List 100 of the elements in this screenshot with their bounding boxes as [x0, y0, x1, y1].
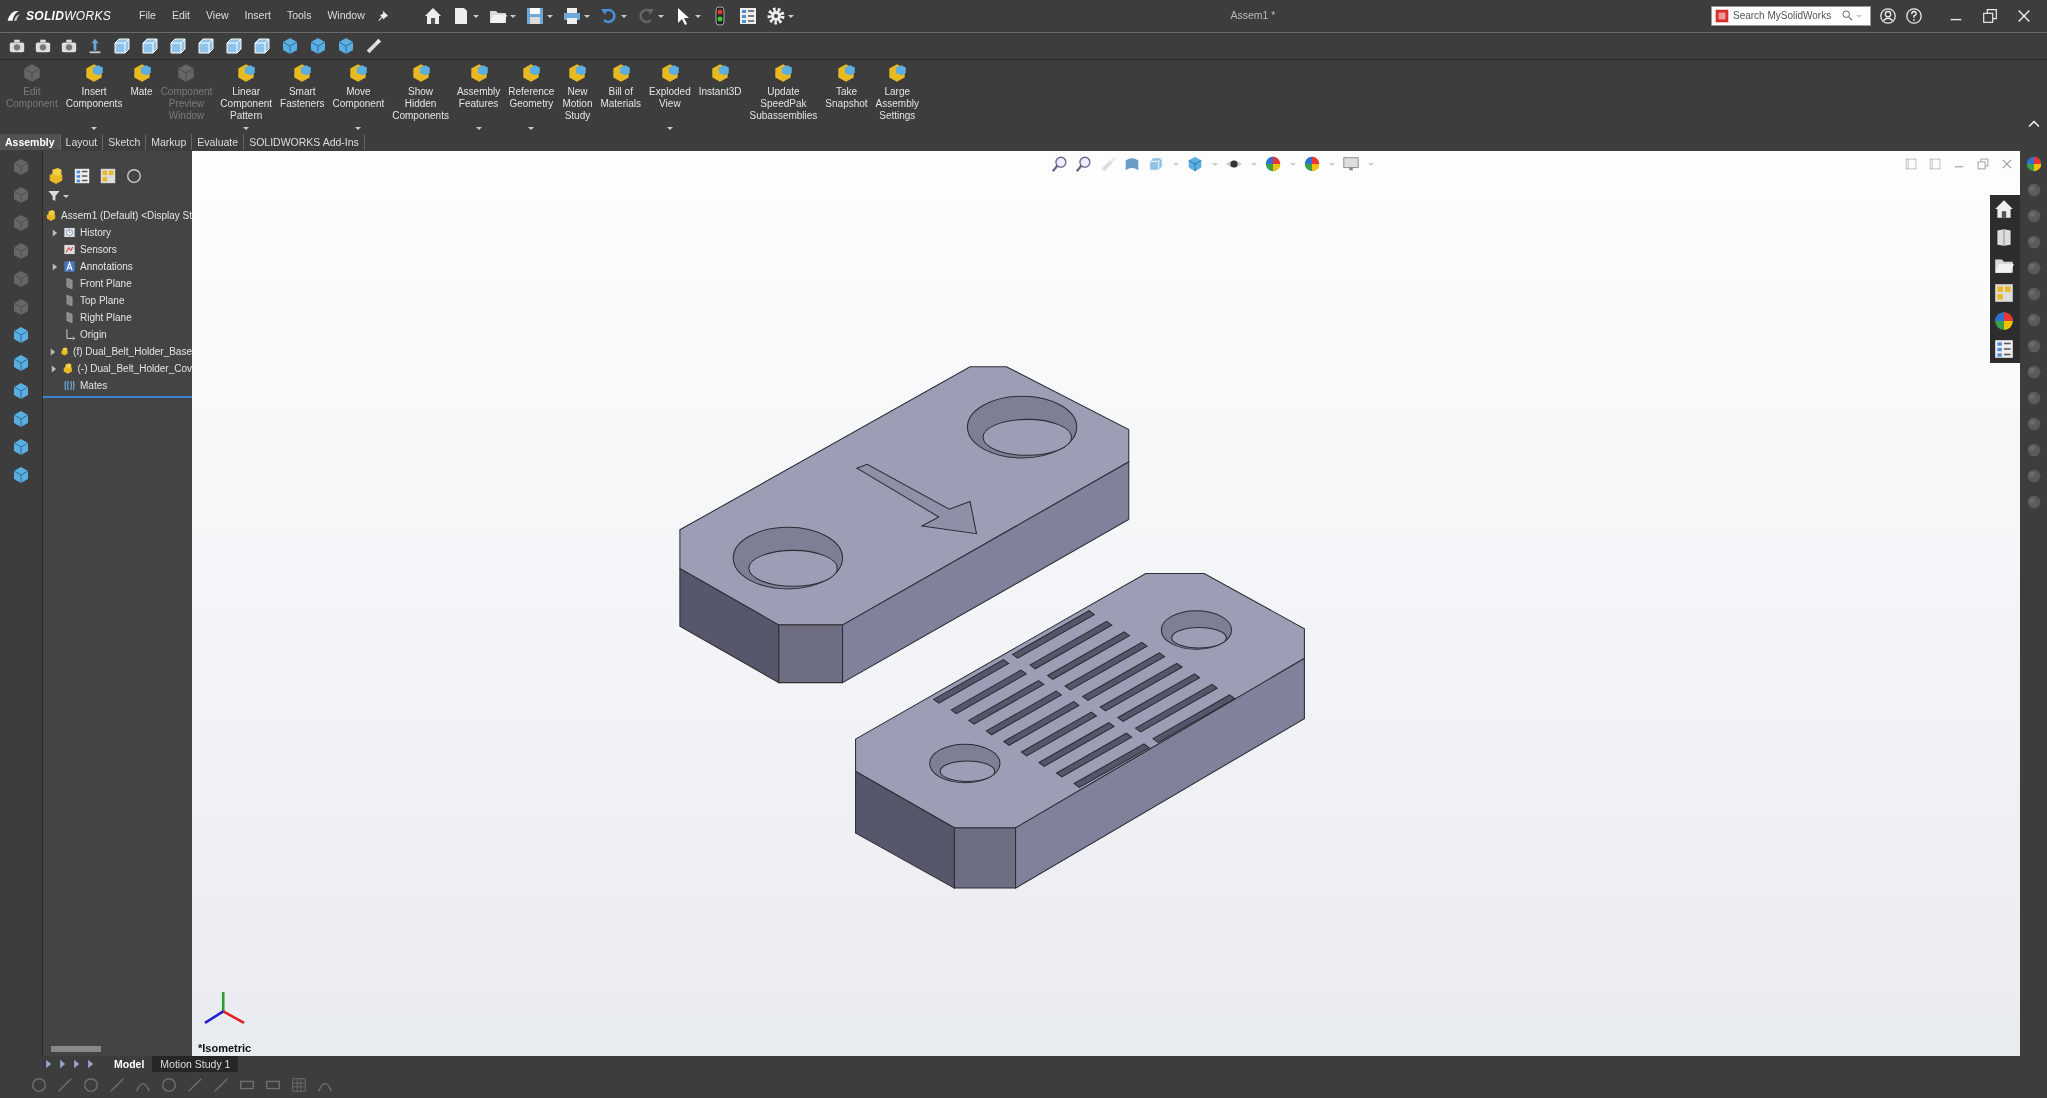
menu-item[interactable]: View [202, 5, 233, 26]
app-logo: SOLIDWORKS [26, 7, 111, 25]
ribbon-button[interactable]: Mate [126, 60, 157, 135]
history-icon [63, 226, 76, 239]
property-tab-icon[interactable] [73, 167, 91, 185]
ribbon-button[interactable]: Bill of Materials [596, 60, 645, 135]
settings-icon[interactable] [765, 5, 786, 26]
ribbon-button[interactable]: Instant3D [694, 60, 746, 135]
tool-icon[interactable] [11, 381, 31, 401]
assembly-icon [45, 209, 58, 222]
view-orientation-label: *Isometric [198, 1040, 252, 1056]
caret-icon[interactable] [665, 124, 674, 133]
list-icon[interactable] [737, 5, 758, 26]
mates-icon [63, 379, 76, 392]
ribbon-button[interactable]: Large Assembly Settings [871, 60, 923, 135]
document-title: Assem1 * [1229, 7, 1277, 23]
wireframe-cube-icon[interactable] [140, 35, 160, 56]
display-icon[interactable] [1342, 155, 1361, 173]
wireframe-cube-icon[interactable] [252, 35, 272, 56]
shaded-cube-icon[interactable] [280, 35, 300, 56]
cube-icon [835, 62, 858, 85]
search-box[interactable]: Search MySolidWorks [1711, 5, 1871, 26]
part-icon [61, 362, 74, 375]
cube-icon [347, 62, 370, 85]
caret-icon[interactable] [527, 124, 536, 133]
plane-icon [63, 277, 76, 290]
account-icon[interactable] [1879, 6, 1897, 25]
tree-item[interactable]: Assem1 (Default) <Display St [61, 208, 192, 223]
pin-icon[interactable] [376, 8, 391, 23]
help-icon[interactable] [1905, 6, 1923, 25]
shaded-cube-icon[interactable] [336, 35, 356, 56]
configuration-tab-icon[interactable] [99, 167, 117, 185]
shaded-cube-icon[interactable] [308, 35, 328, 56]
tool-icon[interactable] [11, 325, 31, 345]
menu-item[interactable]: File [135, 5, 160, 26]
scene-icon[interactable] [1303, 155, 1322, 173]
caret-icon[interactable] [242, 124, 251, 133]
ribbon-button[interactable]: Exploded View [645, 60, 695, 135]
tree-item[interactable]: (-) Dual_Belt_Holder_Cov [77, 361, 192, 376]
wireframe-cube-icon[interactable] [196, 35, 216, 56]
axis-triad-icon [204, 992, 245, 1025]
tree-item[interactable]: Front Plane [80, 276, 132, 291]
list-icon[interactable] [1993, 338, 2015, 360]
wireframe-cube-icon[interactable] [224, 35, 244, 56]
tree-item[interactable]: Sensors [80, 242, 117, 257]
search-icon[interactable] [1841, 9, 1854, 23]
tree-item[interactable]: Top Plane [80, 293, 125, 308]
caret-icon[interactable] [62, 192, 70, 200]
cube-icon [886, 62, 909, 85]
appearance-icon[interactable] [1993, 310, 2015, 332]
flashlight-icon[interactable] [364, 36, 382, 55]
scrollbar[interactable] [51, 1046, 101, 1053]
cube-icon [772, 62, 795, 85]
menu-item[interactable]: Tools [282, 5, 316, 26]
tree-item[interactable]: Annotations [80, 259, 133, 274]
save-icon[interactable] [524, 5, 545, 26]
ribbon-button[interactable]: Insert Components [61, 60, 127, 135]
menu-item[interactable]: Insert [240, 5, 275, 26]
printer-icon[interactable] [561, 5, 582, 26]
ribbon-button[interactable]: Take Snapshot [821, 60, 872, 135]
ribbon-button[interactable]: Smart Fasteners [276, 60, 329, 135]
appearance-icon[interactable] [1264, 155, 1283, 173]
tool-icon[interactable] [11, 437, 31, 457]
tool-icon[interactable] [11, 353, 31, 373]
expand-arrow-icon[interactable] [50, 227, 58, 238]
tool-icon[interactable] [11, 409, 31, 429]
home-icon[interactable] [1993, 198, 2015, 220]
tree-item[interactable]: Right Plane [80, 310, 132, 325]
tree-item[interactable]: (f) Dual_Belt_Holder_Base [73, 344, 192, 359]
menu-item[interactable]: Edit [167, 5, 195, 26]
ribbon-button[interactable]: Assembly Features [452, 60, 505, 135]
appearance-icon[interactable] [2024, 155, 2043, 173]
tree-item[interactable]: History [80, 225, 112, 240]
cube-icon [709, 62, 732, 85]
expand-arrow-icon[interactable] [49, 363, 57, 374]
expand-arrow-icon[interactable] [50, 261, 58, 272]
cube-icon [291, 62, 314, 85]
cube-icon [566, 62, 589, 85]
ribbon-button[interactable]: Show Hidden Components [388, 60, 453, 135]
plane-icon [63, 311, 76, 324]
tree-item[interactable]: Mates [80, 378, 108, 393]
ribbon-button[interactable]: Update SpeedPak Subassemblies [745, 60, 822, 135]
cube-icon [83, 62, 106, 85]
layout-icon[interactable] [1993, 282, 2015, 304]
ribbon-button[interactable]: Linear Component Pattern [216, 60, 277, 135]
wireframe-cube-icon[interactable] [168, 35, 188, 56]
expand-arrow-icon[interactable] [49, 346, 56, 357]
ribbon-button[interactable]: Reference Geometry [504, 60, 559, 135]
ribbon-button[interactable]: Move Component [328, 60, 389, 135]
filter-icon[interactable] [47, 189, 61, 203]
restore-icon[interactable] [1981, 6, 1999, 25]
menu-item[interactable]: Window [323, 5, 369, 26]
ribbon-button[interactable]: New Motion Study [558, 60, 597, 135]
bottom-tab[interactable]: Motion Study 1 [152, 1056, 239, 1073]
tool-icon[interactable] [11, 465, 31, 485]
caret-icon[interactable] [474, 124, 483, 133]
tree-item[interactable]: Origin [80, 327, 107, 342]
part-icon [60, 345, 70, 358]
command-tab[interactable]: Assembly [0, 134, 61, 151]
wireframe-cube-icon[interactable] [112, 35, 132, 56]
